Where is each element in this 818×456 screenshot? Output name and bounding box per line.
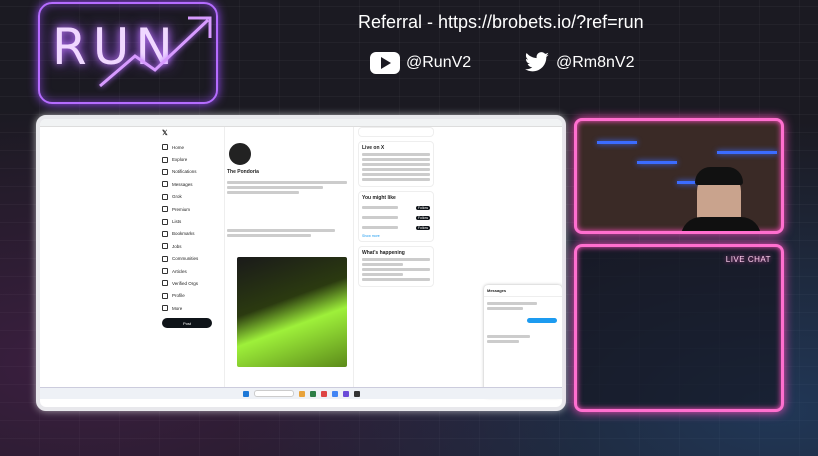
people-icon — [162, 255, 168, 262]
taskbar-search[interactable] — [253, 390, 294, 397]
trending-section: What's happening — [358, 246, 434, 287]
streamer-hat — [695, 167, 743, 185]
app-icon[interactable] — [320, 390, 327, 397]
nav-item[interactable]: Profile — [162, 290, 222, 302]
twitter-page: 𝕏 Home Explore Notifications Messages Gr… — [40, 119, 562, 399]
x-logo-icon[interactable]: 𝕏 — [162, 129, 222, 137]
referral-text: Referral - https://brobets.io/?ref=run — [358, 12, 644, 32]
windows-start-icon[interactable] — [242, 390, 249, 397]
nav-item[interactable]: Explore — [162, 153, 222, 165]
lightning-icon — [162, 280, 168, 287]
nav-item[interactable]: Articles — [162, 265, 222, 277]
live-chat-panel: LIVE CHAT — [574, 244, 784, 412]
more-icon — [162, 305, 168, 312]
youtube-handle: @RunV2 — [406, 54, 472, 71]
follow-button[interactable]: Follow — [415, 215, 430, 220]
browser-toolbar — [40, 119, 562, 127]
nav-item[interactable]: Messages — [162, 178, 222, 190]
trend-arrow-icon — [99, 16, 212, 88]
article-icon — [162, 268, 168, 275]
screen-capture: 𝕏 Home Explore Notifications Messages Gr… — [36, 115, 566, 411]
webcam-feed — [574, 118, 784, 234]
streamer-body — [681, 217, 761, 231]
live-chat-label: LIVE CHAT — [725, 255, 771, 264]
chrome-icon[interactable] — [331, 390, 338, 397]
app-icon[interactable] — [353, 390, 360, 397]
show-more-link[interactable]: Show more — [362, 234, 430, 238]
app-icon[interactable] — [309, 390, 316, 397]
bell-icon — [162, 168, 168, 175]
suggestions-section: You might like Follow Follow Follow Show… — [358, 191, 434, 242]
search-input[interactable] — [358, 127, 434, 137]
nav-item[interactable]: Grok — [162, 191, 222, 203]
nav-item[interactable]: Bookmarks — [162, 228, 222, 240]
nav-item[interactable]: Communities — [162, 253, 222, 265]
nav-item[interactable]: Notifications — [162, 166, 222, 178]
x-icon — [162, 206, 168, 213]
right-sidebar: Live on X You might like Follow Follow F… — [358, 127, 434, 395]
follow-button[interactable]: Follow — [415, 225, 430, 230]
grok-icon — [162, 193, 168, 200]
briefcase-icon — [162, 243, 168, 250]
twitter-nav: 𝕏 Home Explore Notifications Messages Gr… — [162, 129, 222, 329]
person-icon — [162, 292, 168, 299]
windows-taskbar — [40, 387, 562, 399]
bookmark-icon — [162, 230, 168, 237]
twitter-social: @Rm8nV2 — [524, 52, 635, 74]
twitter-icon — [524, 52, 549, 72]
mail-icon — [162, 181, 168, 188]
app-icon[interactable] — [342, 390, 349, 397]
list-icon — [162, 218, 168, 225]
nft-image[interactable] — [237, 257, 347, 367]
twitter-handle: @Rm8nV2 — [556, 54, 635, 71]
nav-item[interactable]: Lists — [162, 215, 222, 227]
follow-button[interactable]: Follow — [415, 205, 430, 210]
profile-feed: The Pondoria — [224, 127, 354, 395]
run-logo: RUN — [38, 2, 218, 104]
avatar[interactable] — [227, 141, 253, 167]
nav-item[interactable]: Verified Orgs — [162, 277, 222, 289]
youtube-social: @RunV2 — [370, 52, 471, 74]
youtube-icon — [370, 52, 400, 74]
nav-item[interactable]: Premium — [162, 203, 222, 215]
nav-item[interactable]: Jobs — [162, 240, 222, 252]
folder-icon[interactable] — [298, 390, 305, 397]
profile-name: The Pondoria — [227, 169, 259, 175]
nav-item[interactable]: Home — [162, 141, 222, 153]
search-icon — [162, 156, 168, 163]
messages-drawer[interactable]: Messages — [484, 285, 562, 397]
home-icon — [162, 144, 168, 151]
live-section: Live on X — [358, 141, 434, 187]
nav-item[interactable]: More — [162, 302, 222, 314]
post-button[interactable]: Post — [162, 318, 212, 329]
